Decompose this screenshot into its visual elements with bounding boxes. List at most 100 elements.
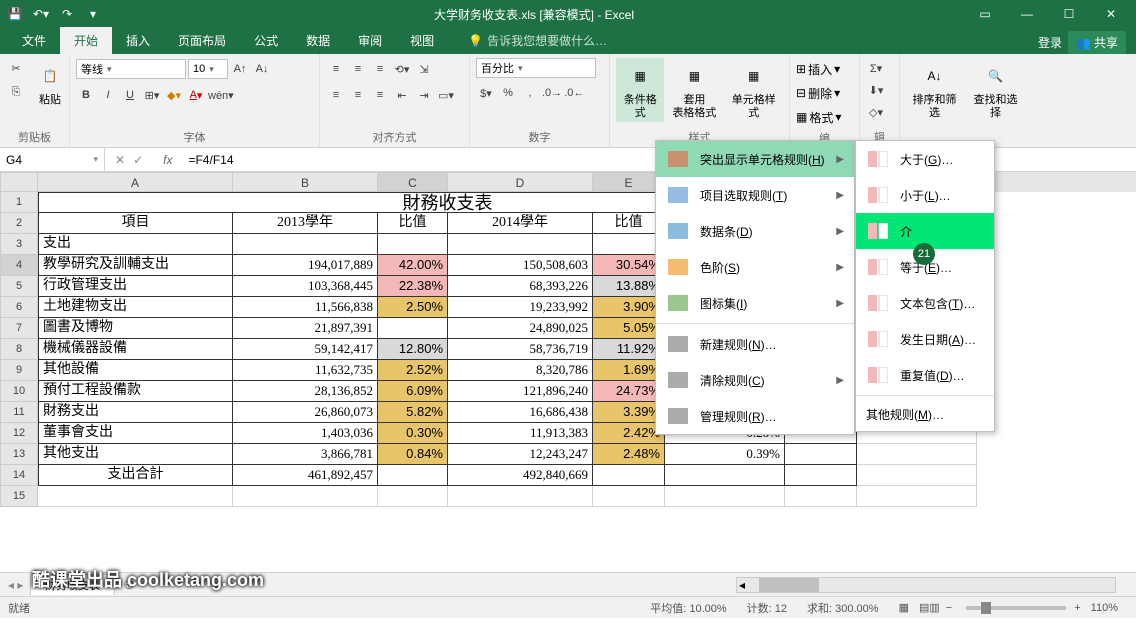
col-header-D[interactable]: D: [448, 172, 593, 192]
submenu-item[interactable]: 发生日期(A)…: [856, 321, 994, 357]
data-cell[interactable]: 財務支出: [38, 402, 233, 423]
col-header-B[interactable]: B: [233, 172, 378, 192]
header-cell[interactable]: 2013學年: [233, 213, 378, 234]
submenu-item[interactable]: 小于(L)…: [856, 177, 994, 213]
border-icon[interactable]: ⊞▾: [142, 85, 162, 105]
data-cell[interactable]: 103,368,445: [233, 276, 378, 297]
row-header-14[interactable]: 14: [0, 465, 38, 486]
align-top-icon[interactable]: ≡: [326, 59, 346, 79]
header-cell[interactable]: 項目: [38, 213, 233, 234]
cut-icon[interactable]: ✂: [6, 58, 26, 78]
undo-icon[interactable]: ↶▾: [32, 5, 50, 23]
data-cell[interactable]: 機械儀器設備: [38, 339, 233, 360]
select-all-corner[interactable]: [0, 172, 38, 192]
decrease-decimal-icon[interactable]: .0←: [564, 83, 584, 103]
data-cell[interactable]: 19,233,992: [448, 297, 593, 318]
row-header-10[interactable]: 10: [0, 381, 38, 402]
row-header-11[interactable]: 11: [0, 402, 38, 423]
align-right-icon[interactable]: ≡: [370, 85, 390, 105]
tab-insert[interactable]: 插入: [112, 27, 164, 54]
data-cell[interactable]: 土地建物支出: [38, 297, 233, 318]
data-cell[interactable]: [378, 465, 448, 486]
zoom-level[interactable]: 110%: [1081, 602, 1128, 614]
data-cell[interactable]: [233, 234, 378, 255]
data-cell[interactable]: 8,320,786: [448, 360, 593, 381]
tab-review[interactable]: 审阅: [344, 27, 396, 54]
data-cell[interactable]: [448, 234, 593, 255]
phonetic-icon[interactable]: wén▾: [208, 85, 234, 105]
copy-icon[interactable]: ⎘: [6, 82, 26, 102]
insert-cells-icon[interactable]: ⊞: [796, 62, 806, 76]
data-cell[interactable]: 194,017,889: [233, 255, 378, 276]
data-cell[interactable]: [785, 465, 857, 486]
redo-icon[interactable]: ↷: [58, 5, 76, 23]
data-cell[interactable]: 2.52%: [378, 360, 448, 381]
conditional-format-button[interactable]: ▦ 条件格式: [616, 58, 664, 122]
cell-style-button[interactable]: ▦ 单元格样式: [724, 58, 783, 122]
font-size-combo[interactable]: 10: [188, 59, 228, 79]
align-center-icon[interactable]: ≡: [348, 85, 368, 105]
zoom-slider[interactable]: [966, 606, 1066, 610]
data-cell[interactable]: 0.30%: [378, 423, 448, 444]
row-header-12[interactable]: 12: [0, 423, 38, 444]
tab-layout[interactable]: 页面布局: [164, 27, 240, 54]
align-bottom-icon[interactable]: ≡: [370, 59, 390, 79]
data-cell[interactable]: 461,892,457: [233, 465, 378, 486]
tab-data[interactable]: 数据: [292, 27, 344, 54]
data-cell[interactable]: 行政管理支出: [38, 276, 233, 297]
italic-button[interactable]: I: [98, 85, 118, 105]
tab-view[interactable]: 视图: [396, 27, 448, 54]
data-cell[interactable]: 5.82%: [378, 402, 448, 423]
row-header-9[interactable]: 9: [0, 360, 38, 381]
share-button[interactable]: 👥 共享: [1068, 31, 1126, 54]
data-cell[interactable]: 6.09%: [378, 381, 448, 402]
data-cell[interactable]: 3,866,781: [233, 444, 378, 465]
autosum-icon[interactable]: Σ▾: [866, 58, 886, 78]
data-cell[interactable]: 1,403,036: [233, 423, 378, 444]
row-header-4[interactable]: 4: [0, 255, 38, 276]
delete-cells-icon[interactable]: ⊟: [796, 86, 806, 100]
close-icon[interactable]: ✕: [1092, 4, 1130, 24]
view-page-icon[interactable]: ▤: [919, 601, 929, 614]
align-middle-icon[interactable]: ≡: [348, 59, 368, 79]
row-header-5[interactable]: 5: [0, 276, 38, 297]
fill-icon[interactable]: ⬇▾: [866, 80, 886, 100]
fx-icon[interactable]: fx: [153, 153, 182, 167]
data-cell[interactable]: 支出合計: [38, 465, 233, 486]
row-header-13[interactable]: 13: [0, 444, 38, 465]
menu-item[interactable]: 突出显示单元格规则(H)▶: [656, 141, 854, 177]
data-cell[interactable]: [665, 465, 785, 486]
menu-item[interactable]: 清除规则(C)▶: [656, 362, 854, 398]
col-header-A[interactable]: A: [38, 172, 233, 192]
data-cell[interactable]: 150,508,603: [448, 255, 593, 276]
tab-formula[interactable]: 公式: [240, 27, 292, 54]
row-header-6[interactable]: 6: [0, 297, 38, 318]
merge-icon[interactable]: ▭▾: [436, 85, 456, 105]
data-cell[interactable]: 12,243,247: [448, 444, 593, 465]
data-cell[interactable]: 2.48%: [593, 444, 665, 465]
data-cell[interactable]: 21,897,391: [233, 318, 378, 339]
insert-label[interactable]: 插入: [808, 61, 832, 78]
clear-icon[interactable]: ◇▾: [866, 102, 886, 122]
data-cell[interactable]: [785, 444, 857, 465]
data-cell[interactable]: 24,890,025: [448, 318, 593, 339]
data-cell[interactable]: 董事會支出: [38, 423, 233, 444]
comma-icon[interactable]: ,: [520, 83, 540, 103]
data-cell[interactable]: 教學研究及訓輔支出: [38, 255, 233, 276]
row-header-3[interactable]: 3: [0, 234, 38, 255]
data-cell[interactable]: 28,136,852: [233, 381, 378, 402]
align-left-icon[interactable]: ≡: [326, 85, 346, 105]
submenu-item[interactable]: 大于(G)…: [856, 141, 994, 177]
menu-item[interactable]: 图标集(I)▶: [656, 285, 854, 321]
col-header-C[interactable]: C: [378, 172, 448, 192]
data-cell[interactable]: 12.80%: [378, 339, 448, 360]
data-cell[interactable]: 492,840,669: [448, 465, 593, 486]
number-format-combo[interactable]: 百分比: [476, 58, 596, 78]
name-box[interactable]: G4: [0, 148, 105, 171]
horizontal-scrollbar[interactable]: ◂: [736, 577, 1116, 593]
menu-item[interactable]: 项目选取规则(T)▶: [656, 177, 854, 213]
data-cell[interactable]: 圖書及博物: [38, 318, 233, 339]
increase-decimal-icon[interactable]: .0→: [542, 83, 562, 103]
submenu-item[interactable]: 重复值(D)…: [856, 357, 994, 393]
view-normal-icon[interactable]: ▦: [889, 601, 919, 614]
